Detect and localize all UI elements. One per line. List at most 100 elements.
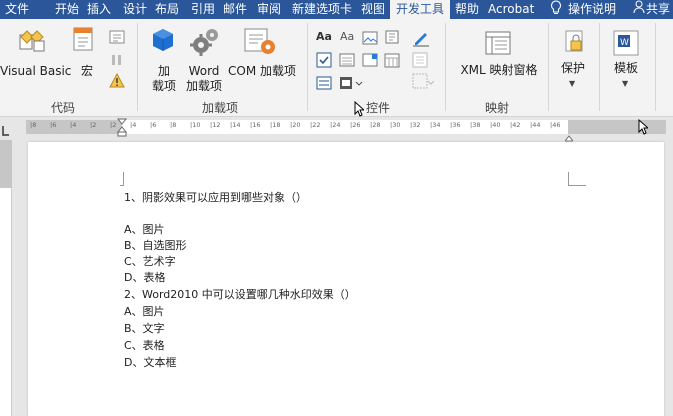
ruler-tick-label: |16 bbox=[250, 121, 261, 129]
xml-mapping-pane-icon bbox=[484, 30, 512, 60]
group-controls-icon[interactable] bbox=[412, 73, 435, 95]
document-line[interactable]: A、图片 bbox=[124, 222, 165, 238]
mouse-cursor-icon bbox=[638, 118, 650, 139]
repeating-section-control-icon[interactable] bbox=[316, 75, 332, 95]
properties-icon[interactable] bbox=[412, 52, 428, 72]
ruler-tick-label: |28 bbox=[370, 121, 381, 129]
com-addins-button[interactable]: COM 加载项 bbox=[226, 64, 298, 79]
ruler-tick-label: |26 bbox=[350, 121, 361, 129]
ruler-tick-label: |14 bbox=[230, 121, 241, 129]
picture-control-icon[interactable] bbox=[362, 30, 378, 49]
document-line[interactable]: D、文本框 bbox=[124, 355, 176, 371]
crop-mark bbox=[568, 172, 586, 186]
group-label-mapping: 映射 bbox=[485, 101, 510, 115]
building-block-control-icon[interactable] bbox=[384, 29, 400, 49]
macro-icon bbox=[72, 26, 98, 60]
combo-box-control-icon[interactable] bbox=[339, 52, 355, 72]
group-label-addins: 加载项 bbox=[202, 101, 239, 115]
template-dropdown-chevron-icon[interactable]: ▼ bbox=[622, 79, 628, 88]
macro-security-icon[interactable] bbox=[109, 72, 125, 93]
com-addins-icon bbox=[243, 27, 277, 61]
developer-ribbon: Visual Basic 宏 代码 加载项 Word 加载项 COM 加载项 加载… bbox=[0, 19, 673, 117]
tab-design[interactable]: 设计 bbox=[118, 0, 152, 19]
document-line[interactable]: D、表格 bbox=[124, 270, 165, 286]
word-addins-gear-icon bbox=[190, 27, 220, 61]
tab-layout[interactable]: 布局 bbox=[150, 0, 184, 19]
first-line-indent-marker-icon[interactable] bbox=[116, 118, 128, 142]
legacy-tools-icon[interactable] bbox=[339, 74, 363, 96]
tab-insert[interactable]: 插入 bbox=[82, 0, 116, 19]
vertical-ruler[interactable] bbox=[0, 140, 12, 416]
ruler-tick-label: |2 bbox=[110, 121, 117, 129]
visual-basic-button[interactable]: Visual Basic bbox=[0, 64, 71, 79]
dropdown-list-control-icon[interactable] bbox=[362, 52, 378, 72]
protect-button[interactable]: 保护 bbox=[556, 61, 590, 76]
share-button[interactable]: 共享 bbox=[641, 0, 673, 19]
tab-review[interactable]: 审阅 bbox=[252, 0, 286, 19]
tab-selector-icon[interactable] bbox=[0, 122, 10, 141]
ruler-tick-label: |6 bbox=[50, 121, 57, 129]
date-picker-control-icon[interactable] bbox=[384, 52, 400, 72]
xml-mapping-pane-button[interactable]: XML 映射窗格 bbox=[455, 63, 543, 78]
ruler-tick-label: |4 bbox=[130, 121, 137, 129]
group-separator bbox=[445, 23, 446, 111]
ruler-tick-label: |34 bbox=[430, 121, 441, 129]
addins-store-icon bbox=[150, 27, 176, 61]
ruler-tick-label: |12 bbox=[210, 121, 221, 129]
ruler-tick-label: |42 bbox=[510, 121, 521, 129]
ruler-tick-label: |30 bbox=[390, 121, 401, 129]
document-line[interactable]: 1、阴影效果可以应用到哪些对象（） bbox=[124, 190, 307, 206]
tab-developer[interactable]: 开发工具 bbox=[390, 0, 450, 19]
tab-acrobat[interactable]: Acrobat bbox=[483, 0, 539, 19]
template-button[interactable]: 模板 bbox=[608, 61, 644, 76]
document-line[interactable]: C、表格 bbox=[124, 338, 165, 354]
tab-new-tab[interactable]: 新建选项卡 bbox=[287, 0, 357, 19]
svg-text:W: W bbox=[620, 38, 629, 48]
tab-references[interactable]: 引用 bbox=[186, 0, 220, 19]
ruler-tick-label: |6 bbox=[150, 121, 157, 129]
protect-dropdown-chevron-icon[interactable]: ▼ bbox=[569, 79, 575, 88]
rich-text-control-icon[interactable]: Aa bbox=[316, 30, 332, 43]
document-line[interactable]: C、艺术字 bbox=[124, 254, 176, 270]
plain-text-control-icon[interactable]: Aa bbox=[340, 30, 354, 43]
tab-home[interactable]: 开始 bbox=[50, 0, 84, 19]
tell-me-search[interactable]: 操作说明 bbox=[563, 0, 621, 19]
protect-lock-icon bbox=[562, 29, 586, 61]
ruler-tick-label: |18 bbox=[270, 121, 281, 129]
ruler-tick-label: |24 bbox=[330, 121, 341, 129]
tab-mailings[interactable]: 邮件 bbox=[218, 0, 252, 19]
group-separator bbox=[548, 23, 549, 111]
ruler-tick-label: |10 bbox=[190, 121, 201, 129]
ruler-tick-label: |36 bbox=[450, 121, 461, 129]
tab-help[interactable]: 帮助 bbox=[450, 0, 484, 19]
checkbox-control-icon[interactable] bbox=[316, 52, 332, 72]
addins-button[interactable]: 加载项 bbox=[148, 64, 180, 94]
group-label-controls: 控件 bbox=[366, 101, 391, 115]
ruler-tick-label: |40 bbox=[490, 121, 501, 129]
design-mode-icon[interactable] bbox=[412, 29, 430, 51]
ruler-tick-label: |20 bbox=[290, 121, 301, 129]
group-separator bbox=[655, 23, 656, 111]
record-macro-icon[interactable] bbox=[109, 29, 125, 49]
document-line[interactable]: A、图片 bbox=[124, 304, 165, 320]
document-line[interactable]: B、文字 bbox=[124, 321, 165, 337]
pause-recording-icon[interactable] bbox=[109, 52, 125, 72]
ribbon-tab-bar: 文件 开始 插入 设计 布局 引用 邮件 审阅 新建选项卡 视图 开发工具 帮助… bbox=[0, 0, 673, 19]
document-line[interactable]: 2、Word2010 中可以设置哪几种水印效果（） bbox=[124, 287, 356, 303]
ruler-tick-label: |38 bbox=[470, 121, 481, 129]
document-line[interactable]: B、自选图形 bbox=[124, 238, 187, 254]
tab-file[interactable]: 文件 bbox=[0, 0, 34, 19]
ruler-tick-label: |8 bbox=[170, 121, 177, 129]
horizontal-ruler[interactable]: |8 |6 |4 |2 |2 |4 |6 |8 |10 |12 |14 |16 |18 |20 |22 |24… bbox=[0, 118, 673, 142]
vertical-ruler-top-margin bbox=[0, 140, 12, 188]
crop-mark bbox=[120, 172, 124, 186]
ruler-tick-label: |46 bbox=[550, 121, 561, 129]
macro-button[interactable]: 宏 bbox=[76, 64, 98, 79]
word-addins-button[interactable]: Word 加载项 bbox=[184, 64, 224, 94]
group-separator bbox=[307, 23, 308, 111]
mouse-cursor-icon bbox=[354, 100, 366, 121]
document-page[interactable]: 1、阴影效果可以应用到哪些对象（） A、图片 B、自选图形 C、艺术字 D、表格… bbox=[28, 142, 664, 416]
tab-view[interactable]: 视图 bbox=[356, 0, 390, 19]
group-separator bbox=[599, 23, 600, 111]
ruler-tick-label: |8 bbox=[30, 121, 37, 129]
